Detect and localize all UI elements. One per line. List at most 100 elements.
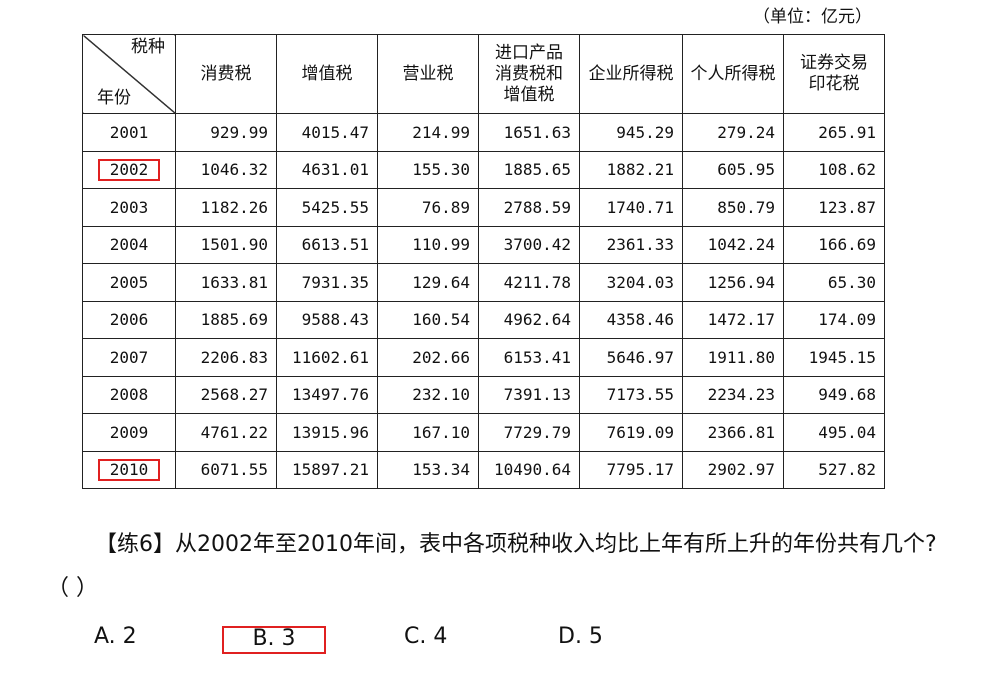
year-cell: 2009	[82, 413, 176, 452]
value-cell: 495.04	[783, 413, 885, 452]
year-label: 2001	[109, 122, 149, 142]
year-label: 2008	[109, 385, 149, 405]
value-cell: 166.69	[783, 225, 885, 264]
value-cell: 1182.26	[175, 188, 277, 227]
value-cell: 1882.21	[579, 150, 683, 189]
year-cell: 2007	[82, 338, 176, 377]
value-cell: 174.09	[783, 300, 885, 339]
tax-table: 税种 年份 消费税 增值税 营业税 进口产品消费税和增值税 企业所得税 个人所得…	[82, 34, 885, 489]
value-cell: 13915.96	[276, 413, 378, 452]
value-cell: 155.30	[377, 150, 479, 189]
table-header-row: 税种 年份 消费税 增值税 营业税 进口产品消费税和增值税 企业所得税 个人所得…	[82, 34, 885, 114]
year-label: 2003	[109, 197, 149, 217]
value-cell: 6071.55	[175, 450, 277, 489]
table-body: 2001 929.99 4015.47 214.99 1651.63 945.29 279.…	[82, 113, 885, 489]
option-c[interactable]: C. 4	[404, 624, 447, 649]
column-header: 消费税	[175, 34, 277, 114]
year-label: 2006	[109, 310, 149, 330]
value-cell: 4962.64	[478, 300, 580, 339]
value-cell: 7931.35	[276, 263, 378, 302]
value-cell: 11602.61	[276, 338, 378, 377]
value-cell: 6153.41	[478, 338, 580, 377]
value-cell: 4358.46	[579, 300, 683, 339]
value-cell: 1046.32	[175, 150, 277, 189]
value-cell: 160.54	[377, 300, 479, 339]
option-d[interactable]: D. 5	[558, 624, 603, 649]
value-cell: 202.66	[377, 338, 479, 377]
table-row: 2001 929.99 4015.47 214.99 1651.63 945.29 279.…	[82, 113, 885, 152]
value-cell: 2568.27	[175, 375, 277, 414]
value-cell: 4761.22	[175, 413, 277, 452]
column-header: 个人所得税	[682, 34, 784, 114]
value-cell: 605.95	[682, 150, 784, 189]
value-cell: 1885.65	[478, 150, 580, 189]
column-header: 证券交易印花税	[783, 34, 885, 114]
value-cell: 1501.90	[175, 225, 277, 264]
value-cell: 1633.81	[175, 263, 277, 302]
table-row: 2005 1633.81 7931.35 129.64 4211.78 3204.03 12…	[82, 263, 885, 302]
value-cell: 850.79	[682, 188, 784, 227]
table-row: 2006 1885.69 9588.43 160.54 4962.64 4358.46 14…	[82, 300, 885, 339]
value-cell: 5646.97	[579, 338, 683, 377]
column-header: 企业所得税	[579, 34, 683, 114]
year-cell: 2005	[82, 263, 176, 302]
year-cell: 2004	[82, 225, 176, 264]
value-cell: 949.68	[783, 375, 885, 414]
table-row: 2008 2568.27 13497.76 232.10 7391.13 7173.55 2…	[82, 375, 885, 414]
highlighted-year: 2010	[97, 458, 161, 481]
value-cell: 2234.23	[682, 375, 784, 414]
table-row: 2007 2206.83 11602.61 202.66 6153.41 5646.97 1…	[82, 338, 885, 377]
value-cell: 10490.64	[478, 450, 580, 489]
value-cell: 13497.76	[276, 375, 378, 414]
value-cell: 15897.21	[276, 450, 378, 489]
value-cell: 129.64	[377, 263, 479, 302]
year-cell: 2003	[82, 188, 176, 227]
value-cell: 945.29	[579, 113, 683, 152]
value-cell: 108.62	[783, 150, 885, 189]
value-cell: 265.91	[783, 113, 885, 152]
column-header: 增值税	[276, 34, 378, 114]
value-cell: 7391.13	[478, 375, 580, 414]
value-cell: 1472.17	[682, 300, 784, 339]
option-b-selected[interactable]: B. 3	[222, 626, 326, 654]
value-cell: 65.30	[783, 263, 885, 302]
option-a[interactable]: A. 2	[94, 624, 137, 649]
corner-label-tax: 税种	[131, 37, 165, 57]
value-cell: 2788.59	[478, 188, 580, 227]
value-cell: 4015.47	[276, 113, 378, 152]
value-cell: 110.99	[377, 225, 479, 264]
table-row: 2003 1182.26 5425.55 76.89 2788.59 1740.71 850…	[82, 188, 885, 227]
year-cell: 2002	[82, 150, 176, 189]
value-cell: 2361.33	[579, 225, 683, 264]
year-label: 2009	[109, 422, 149, 442]
value-cell: 167.10	[377, 413, 479, 452]
value-cell: 7619.09	[579, 413, 683, 452]
year-label: 2007	[109, 347, 149, 367]
value-cell: 929.99	[175, 113, 277, 152]
value-cell: 527.82	[783, 450, 885, 489]
value-cell: 7173.55	[579, 375, 683, 414]
value-cell: 1740.71	[579, 188, 683, 227]
value-cell: 1911.80	[682, 338, 784, 377]
value-cell: 7795.17	[579, 450, 683, 489]
value-cell: 123.87	[783, 188, 885, 227]
table-row: 2004 1501.90 6613.51 110.99 3700.42 2361.33 10…	[82, 225, 885, 264]
question-text: 【练6】从2002年至2010年间，表中各项税种收入均比上年有所上升的年份共有几…	[47, 532, 937, 601]
answer-options: A. 2 B. 3 C. 4 D. 5	[0, 620, 990, 656]
value-cell: 4631.01	[276, 150, 378, 189]
value-cell: 7729.79	[478, 413, 580, 452]
year-label: 2005	[109, 272, 149, 292]
value-cell: 214.99	[377, 113, 479, 152]
corner-label-year: 年份	[97, 88, 131, 108]
value-cell: 2902.97	[682, 450, 784, 489]
value-cell: 76.89	[377, 188, 479, 227]
value-cell: 3700.42	[478, 225, 580, 264]
year-label: 2004	[109, 235, 149, 255]
table-row: 2010 6071.55 15897.21 153.34 10490.64 7795.17…	[82, 450, 885, 489]
value-cell: 153.34	[377, 450, 479, 489]
value-cell: 4211.78	[478, 263, 580, 302]
value-cell: 6613.51	[276, 225, 378, 264]
column-header: 营业税	[377, 34, 479, 114]
value-cell: 2366.81	[682, 413, 784, 452]
value-cell: 1885.69	[175, 300, 277, 339]
